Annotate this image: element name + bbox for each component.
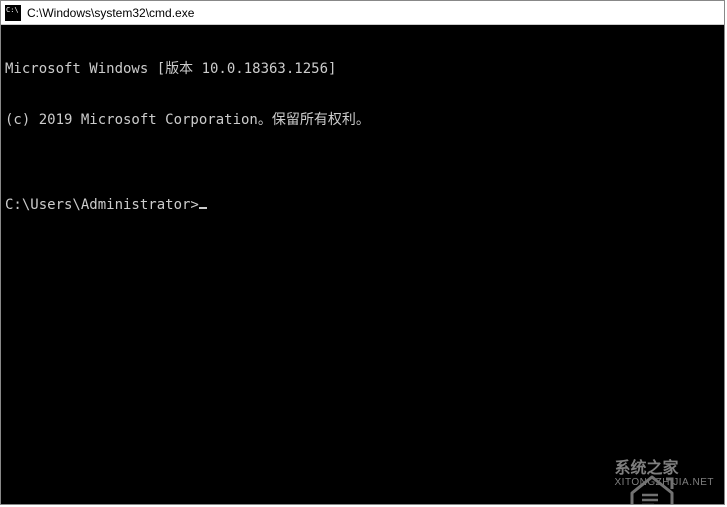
prompt-text: C:\Users\Administrator>: [5, 197, 199, 214]
cursor: [199, 207, 207, 209]
cmd-icon: [5, 5, 21, 21]
prompt-line: C:\Users\Administrator>: [5, 197, 720, 214]
cmd-window: C:\Windows\system32\cmd.exe Microsoft Wi…: [0, 0, 725, 505]
watermark-logo-icon: [561, 454, 609, 494]
copyright-line: (c) 2019 Microsoft Corporation。保留所有权利。: [5, 112, 720, 129]
watermark: 系统之家 XITONGZHIJIA.NET: [561, 454, 715, 494]
terminal-area[interactable]: Microsoft Windows [版本 10.0.18363.1256] (…: [1, 25, 724, 504]
titlebar[interactable]: C:\Windows\system32\cmd.exe: [1, 1, 724, 25]
version-line: Microsoft Windows [版本 10.0.18363.1256]: [5, 61, 720, 78]
window-title: C:\Windows\system32\cmd.exe: [27, 6, 194, 20]
